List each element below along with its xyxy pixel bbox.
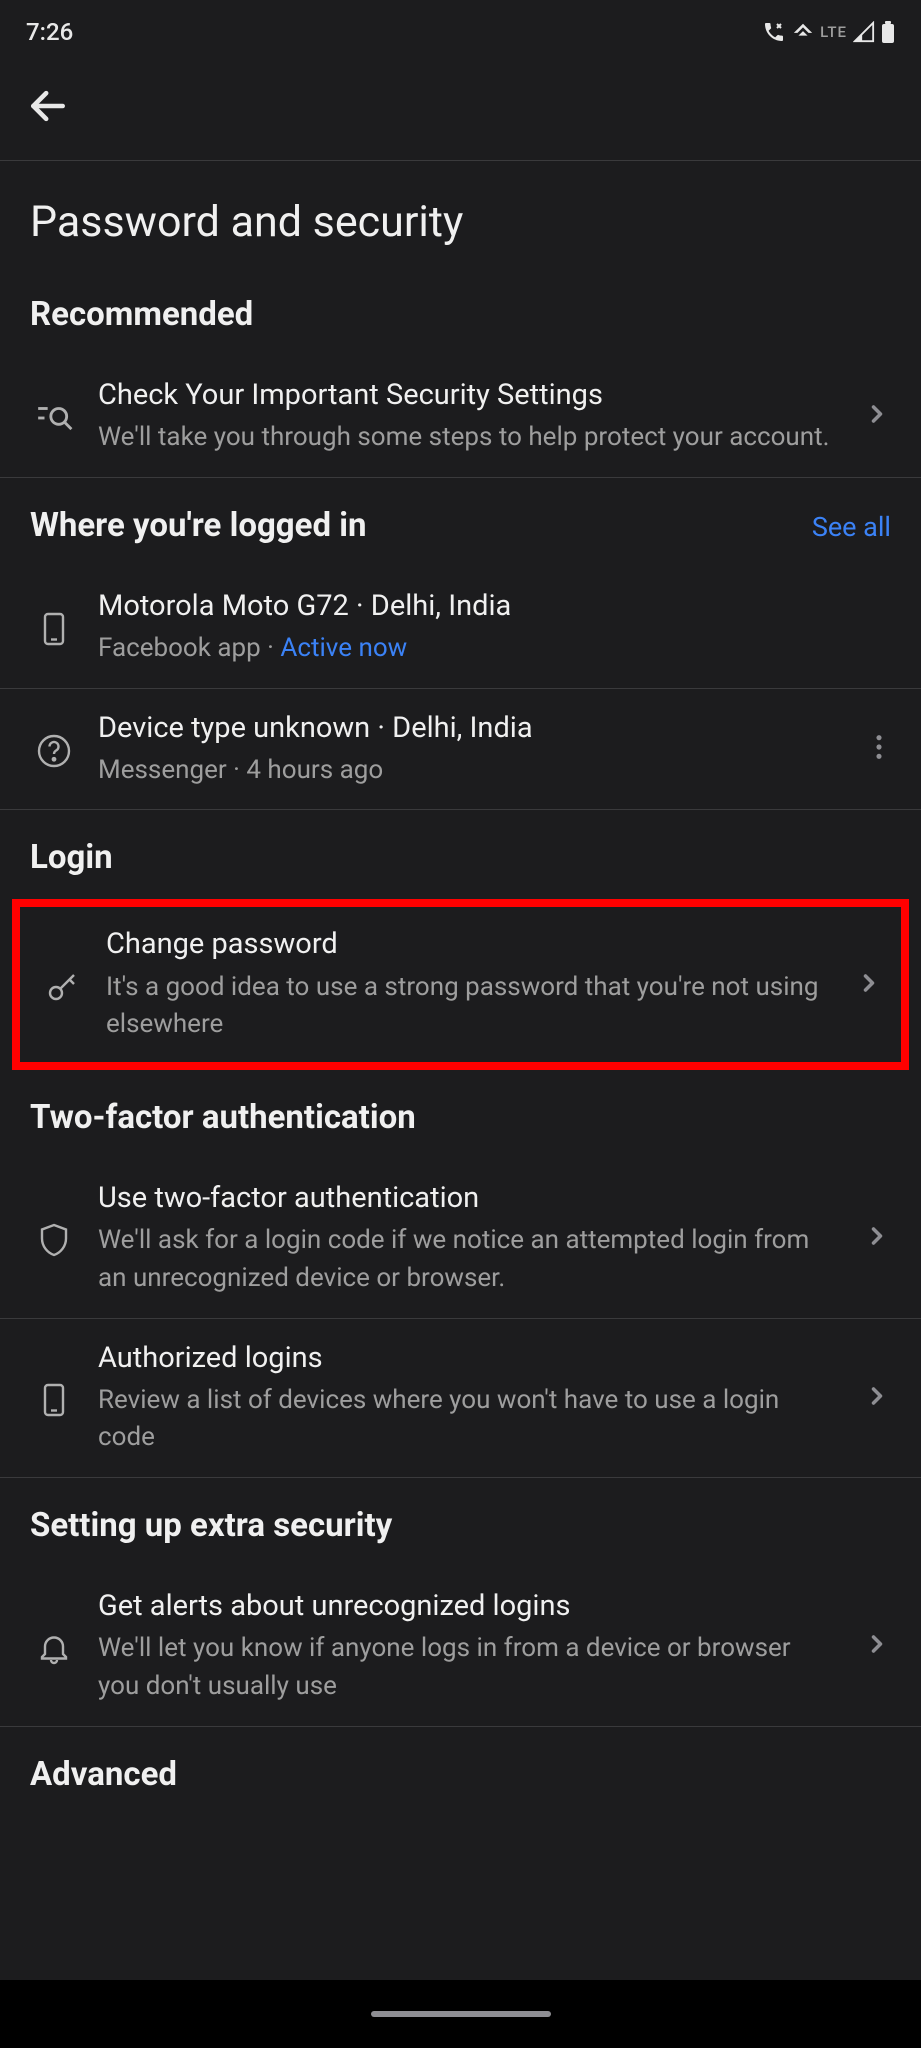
- security-check-icon: [30, 395, 78, 437]
- key-icon: [38, 965, 86, 1005]
- page-title: Password and security: [0, 161, 921, 295]
- help-circle-icon: [30, 729, 78, 769]
- alerts-content: Get alerts about unrecognized logins We'…: [98, 1587, 833, 1706]
- change-password-row[interactable]: Change password It's a good idea to use …: [12, 899, 909, 1070]
- section-login-heading: Login: [0, 838, 921, 899]
- recommended-security-row[interactable]: Check Your Important Security Settings W…: [0, 356, 921, 478]
- shield-icon: [30, 1218, 78, 1258]
- use-two-factor-row[interactable]: Use two-factor authentication We'll ask …: [0, 1159, 921, 1319]
- section-twofactor-heading: Two-factor authentication: [0, 1098, 921, 1159]
- back-button[interactable]: [26, 84, 70, 128]
- phone-icon: [30, 607, 78, 647]
- home-indicator[interactable]: [371, 2011, 551, 2017]
- signal-icon: [853, 21, 875, 43]
- device-title: Device type unknown · Delhi, India: [98, 709, 847, 748]
- device-subtitle: Facebook app · Active now: [98, 630, 891, 668]
- recommended-title: Check Your Important Security Settings: [98, 376, 833, 415]
- status-icons: LTE: [762, 20, 895, 44]
- chevron-right-icon: [853, 400, 891, 432]
- nav-bar: [0, 1980, 921, 2048]
- device-row-unknown[interactable]: Device type unknown · Delhi, India Messe…: [0, 689, 921, 811]
- header: [0, 56, 921, 161]
- authorized-logins-subtitle: Review a list of devices where you won't…: [98, 1382, 833, 1457]
- chevron-right-icon: [845, 969, 883, 1001]
- two-factor-subtitle: We'll ask for a login code if we notice …: [98, 1222, 833, 1297]
- lte-text: LTE: [820, 23, 847, 41]
- authorized-logins-title: Authorized logins: [98, 1339, 833, 1378]
- change-password-content: Change password It's a good idea to use …: [106, 925, 825, 1044]
- device-content: Device type unknown · Delhi, India Messe…: [98, 709, 847, 790]
- section-advanced-heading: Advanced: [0, 1755, 921, 1816]
- section-loggedin-heading: Where you're logged in: [30, 506, 366, 545]
- device-row-motorola[interactable]: Motorola Moto G72 · Delhi, India Faceboo…: [0, 567, 921, 689]
- device-subtitle: Messenger · 4 hours ago: [98, 752, 847, 790]
- recommended-content: Check Your Important Security Settings W…: [98, 376, 833, 457]
- change-password-subtitle: It's a good idea to use a strong passwor…: [106, 969, 825, 1044]
- alerts-title: Get alerts about unrecognized logins: [98, 1587, 833, 1626]
- battery-icon: [881, 20, 895, 44]
- authorized-logins-content: Authorized logins Review a list of devic…: [98, 1339, 833, 1458]
- section-loggedin-heading-row: Where you're logged in See all: [0, 506, 921, 567]
- chevron-right-icon: [853, 1630, 891, 1662]
- bell-icon: [30, 1626, 78, 1666]
- wifi-calling-icon: [762, 20, 786, 44]
- more-vertical-icon: [875, 733, 883, 761]
- section-extra-security-heading: Setting up extra security: [0, 1506, 921, 1567]
- more-button[interactable]: [867, 733, 891, 765]
- recommended-subtitle: We'll take you through some steps to hel…: [98, 419, 833, 457]
- change-password-title: Change password: [106, 925, 825, 964]
- two-factor-content: Use two-factor authentication We'll ask …: [98, 1179, 833, 1298]
- status-bar: 7:26 LTE: [0, 0, 921, 56]
- chevron-right-icon: [853, 1382, 891, 1414]
- device-content: Motorola Moto G72 · Delhi, India Faceboo…: [98, 587, 891, 668]
- phone-icon: [30, 1378, 78, 1418]
- alerts-row[interactable]: Get alerts about unrecognized logins We'…: [0, 1567, 921, 1727]
- status-time: 7:26: [26, 18, 73, 46]
- authorized-logins-row[interactable]: Authorized logins Review a list of devic…: [0, 1319, 921, 1479]
- see-all-link[interactable]: See all: [812, 511, 891, 543]
- alerts-subtitle: We'll let you know if anyone logs in fro…: [98, 1630, 833, 1705]
- section-recommended-heading: Recommended: [0, 295, 921, 356]
- device-title: Motorola Moto G72 · Delhi, India: [98, 587, 891, 626]
- wifi-icon: [792, 21, 814, 43]
- chevron-right-icon: [853, 1222, 891, 1254]
- two-factor-title: Use two-factor authentication: [98, 1179, 833, 1218]
- arrow-left-icon: [26, 84, 70, 128]
